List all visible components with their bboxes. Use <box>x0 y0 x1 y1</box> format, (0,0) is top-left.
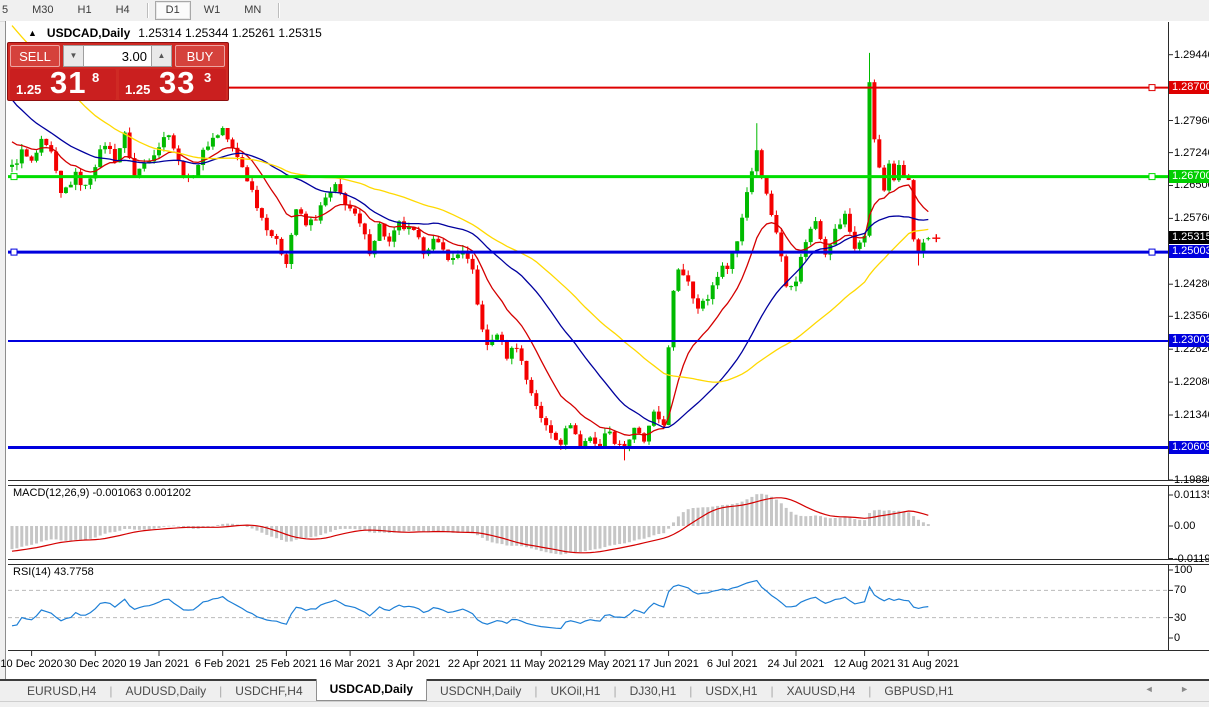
sell-price-prefix: 1.25 <box>16 82 42 97</box>
application-window: 5 M30 H1 H4 D1 W1 MN ▲ USDCAD,Daily 1.25314 1.… <box>0 0 1209 707</box>
trade-controls-row: SELL ▼ ▲ BUY <box>10 45 226 67</box>
price-axis-label: 1.25760 <box>1174 212 1209 225</box>
tab-ukoil-h1[interactable]: UKOil,H1 <box>537 681 613 701</box>
price-level-badge: 1.20609 <box>1169 440 1209 454</box>
symbol-tabbar: EURUSD,H4 | AUDUSD,Daily | USDCHF,H4 USDCAD,D… <box>0 679 1209 701</box>
rsi-label: RSI(14) 43.7758 <box>13 566 94 578</box>
buy-price-pip: 3 <box>204 70 212 85</box>
date-axis-label: 31 Aug 2021 <box>897 658 960 670</box>
price-level-badge: 1.26700 <box>1169 169 1209 183</box>
macd-pane-separator[interactable] <box>8 480 1209 486</box>
buy-button[interactable]: BUY <box>175 45 225 67</box>
macd-axis-label: 0.00 <box>1174 520 1196 532</box>
line-handle[interactable] <box>10 173 18 181</box>
macd-histogram <box>10 493 930 555</box>
price-level-badge: 1.28700 <box>1169 80 1209 94</box>
chart-title: ▲ USDCAD,Daily 1.25314 1.25344 1.25261 1… <box>28 26 322 40</box>
price-axis-label: 1.21340 <box>1174 409 1209 421</box>
rsi-axis-label: 70 <box>1174 584 1187 597</box>
ma-30-line <box>11 99 929 429</box>
price-axis-label: 1.27240 <box>1174 146 1209 159</box>
price-axis-label: 1.22080 <box>1174 376 1209 389</box>
line-handle[interactable] <box>10 248 18 256</box>
bottom-edge <box>0 701 1209 707</box>
macd-axis-label: 0.01135 <box>1174 489 1209 501</box>
chart-canvas <box>8 25 1173 656</box>
candlestick-series <box>10 52 931 461</box>
sell-price-pip: 8 <box>92 70 100 85</box>
rsi-axis-label: 100 <box>1174 564 1193 576</box>
collapse-triangle-icon[interactable]: ▲ <box>28 28 37 38</box>
tab-xauusd-h4[interactable]: XAUUSD,H4 <box>774 681 869 701</box>
sell-button[interactable]: SELL <box>10 45 60 67</box>
rsi-plot <box>8 579 1168 630</box>
axis-ticks <box>31 54 1173 656</box>
volume-decrease-icon[interactable]: ▼ <box>63 45 84 67</box>
horizontal-line-1.25003[interactable] <box>8 248 1168 256</box>
current-price-badge: 1.25315 <box>1169 231 1209 245</box>
tab-scroll-arrows[interactable]: ◄ ► <box>1145 684 1201 694</box>
tab-audusd-daily[interactable]: AUDUSD,Daily <box>112 681 219 701</box>
tab-usdcnh-daily[interactable]: USDCNH,Daily <box>427 681 534 701</box>
price-axis-label: 1.19880 <box>1174 473 1209 486</box>
date-axis-border <box>8 650 1209 651</box>
macd-axis-label: -0.01190 <box>1174 552 1209 565</box>
tab-usdcad-daily[interactable]: USDCAD,Daily <box>315 679 427 701</box>
rsi-pane-separator[interactable] <box>8 559 1209 565</box>
volume-input[interactable] <box>84 45 151 67</box>
rsi-axis-label: 30 <box>1174 611 1187 624</box>
macd-label: MACD(12,26,9) -0.001063 0.001202 <box>13 487 191 499</box>
buy-price-prefix: 1.25 <box>125 82 151 97</box>
sell-price-big-digits: 31 <box>50 65 87 100</box>
price-axis-label: 1.27960 <box>1174 114 1209 127</box>
line-handle[interactable] <box>1148 248 1156 256</box>
chart-symbol-period: USDCAD,Daily <box>46 26 131 40</box>
tab-usdchf-h4[interactable]: USDCHF,H4 <box>222 681 315 701</box>
price-level-badge: 1.25003 <box>1169 245 1209 259</box>
tab-eurusd-h4[interactable]: EURUSD,H4 <box>14 681 109 701</box>
price-axis-label: 1.24280 <box>1174 278 1209 291</box>
tab-gbpusd-h1[interactable]: GBPUSD,H1 <box>871 681 966 701</box>
rsi-line <box>11 579 929 630</box>
sell-price-box[interactable]: 1.25 31 8 <box>10 65 116 100</box>
last-price-marker <box>932 234 941 243</box>
line-handle[interactable] <box>1148 173 1156 181</box>
buy-price-box[interactable]: 1.25 33 3 <box>119 65 226 100</box>
volume-stepper: ▼ ▲ <box>63 45 172 67</box>
rsi-axis-label: 0 <box>1174 632 1181 644</box>
price-axis-label: 1.23560 <box>1174 310 1209 323</box>
one-click-trading-panel: SELL ▼ ▲ BUY 1.25 31 8 1.25 33 3 <box>7 42 229 101</box>
volume-increase-icon[interactable]: ▲ <box>151 45 172 67</box>
tab-dj30-h1[interactable]: DJ30,H1 <box>617 681 690 701</box>
tab-usdx-h1[interactable]: USDX,H1 <box>692 681 770 701</box>
line-handle[interactable] <box>1148 84 1156 92</box>
price-axis-label: 1.29440 <box>1174 48 1209 61</box>
chart-ohlc-values: 1.25314 1.25344 1.25261 1.25315 <box>138 26 322 40</box>
price-level-badge: 1.23003 <box>1169 334 1209 348</box>
buy-price-big-digits: 33 <box>159 65 196 100</box>
